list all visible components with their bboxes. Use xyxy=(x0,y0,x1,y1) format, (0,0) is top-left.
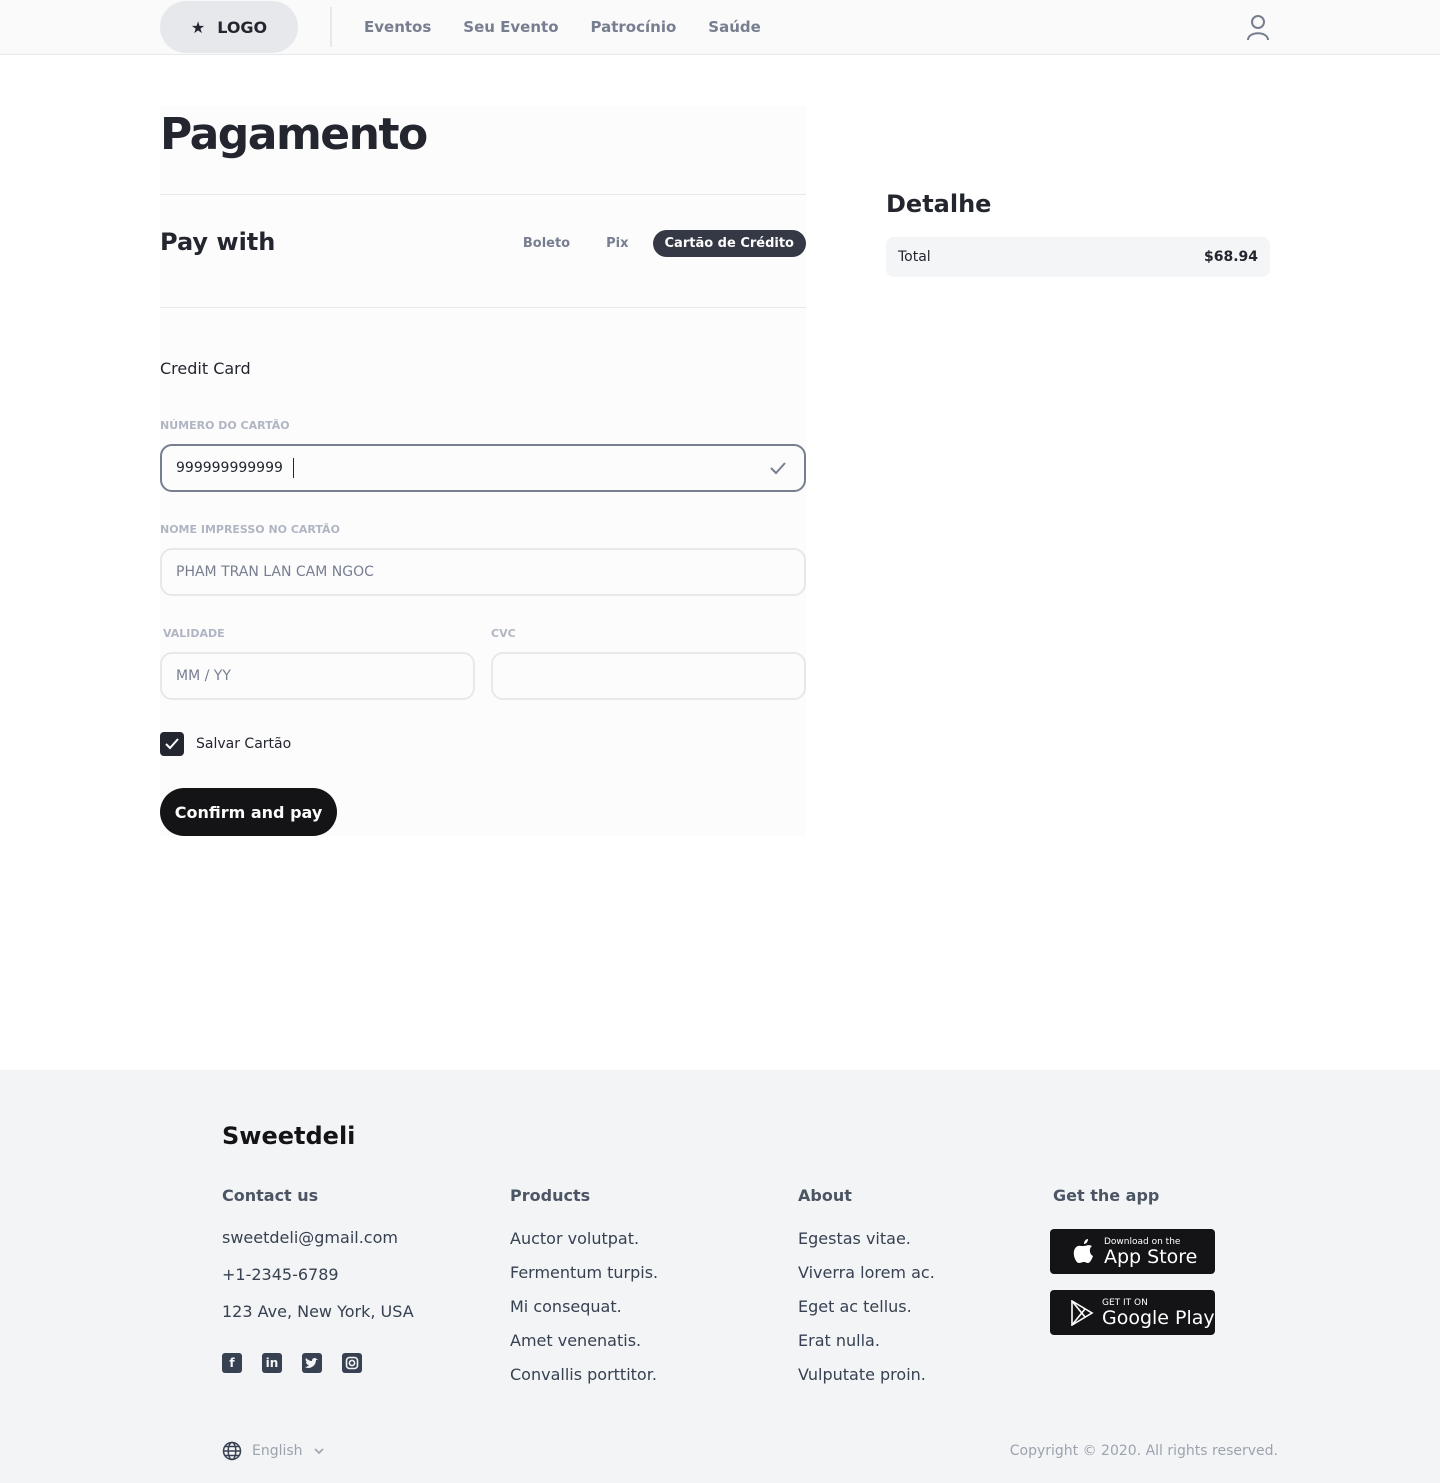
tab-pix[interactable]: Pix xyxy=(594,230,640,257)
payment-method-tabs: Boleto Pix Cartão de Crédito xyxy=(511,230,806,257)
cardholder-name-field[interactable]: PHAM TRAN LAN CAM NGOC xyxy=(160,548,806,596)
pay-with-heading: Pay with xyxy=(160,228,276,256)
cvc-field[interactable] xyxy=(491,652,806,700)
app-store-button[interactable]: Download on the App Store xyxy=(1050,1229,1215,1274)
nav-divider xyxy=(330,7,332,47)
google-play-button[interactable]: GET IT ON Google Play xyxy=(1050,1290,1215,1335)
chevron-down-icon xyxy=(313,1448,324,1455)
app-store-big-text: App Store xyxy=(1104,1245,1198,1268)
nav-item-eventos[interactable]: Eventos xyxy=(364,18,431,36)
logo-button[interactable]: ★ LOGO xyxy=(160,1,298,53)
checkbox-checked-icon xyxy=(160,732,184,756)
expiry-label: Validade xyxy=(163,627,225,640)
google-play-big-text: Google Play xyxy=(1102,1306,1215,1329)
contact-phone: +1-2345-6789 xyxy=(222,1265,339,1284)
contact-heading: Contact us xyxy=(222,1186,319,1205)
globe-icon xyxy=(222,1441,242,1461)
google-play-icon xyxy=(1071,1299,1094,1326)
nav-item-patrocinio[interactable]: Patrocínio xyxy=(591,18,677,36)
check-icon xyxy=(770,462,786,475)
footer: Sweetdeli Contact us sweetdeli@gmail.com… xyxy=(0,1070,1440,1483)
language-selector[interactable]: English xyxy=(222,1441,325,1461)
footer-brand: Sweetdeli xyxy=(222,1122,356,1150)
total-row: Total $68.94 xyxy=(886,237,1270,277)
divider xyxy=(160,307,806,308)
top-navbar: ★ LOGO Eventos Seu Evento Patrocínio Saú… xyxy=(0,0,1440,55)
apple-icon xyxy=(1073,1238,1093,1263)
products-heading: Products xyxy=(510,1186,591,1205)
products-link[interactable]: Auctor volutpat. xyxy=(510,1229,639,1248)
card-number-label: Número do cartão xyxy=(160,419,290,432)
total-value: $68.94 xyxy=(1203,249,1258,265)
linkedin-icon[interactable]: in xyxy=(262,1353,282,1373)
about-link[interactable]: Egestas vitae. xyxy=(798,1229,911,1248)
cvc-label: CVC xyxy=(491,627,516,640)
main-nav: Eventos Seu Evento Patrocínio Saúde xyxy=(364,0,761,54)
get-app-heading: Get the app xyxy=(1053,1186,1160,1205)
card-number-field[interactable]: 999999999999 xyxy=(160,444,806,492)
products-link[interactable]: Amet venenatis. xyxy=(510,1331,641,1350)
card-number-value: 999999999999 xyxy=(176,460,283,476)
tab-credit-card[interactable]: Cartão de Crédito xyxy=(652,230,806,257)
confirm-and-pay-button[interactable]: Confirm and pay xyxy=(160,788,337,836)
logo-label: LOGO xyxy=(217,17,268,37)
user-icon[interactable] xyxy=(1246,14,1270,40)
instagram-icon[interactable] xyxy=(342,1353,362,1373)
copyright: Copyright © 2020. All rights reserved. xyxy=(1009,1443,1278,1459)
save-card-checkbox[interactable]: Salvar Cartão xyxy=(160,732,291,756)
detail-heading: Detalhe xyxy=(886,190,992,218)
nav-item-saude[interactable]: Saúde xyxy=(708,18,761,36)
text-caret xyxy=(292,458,294,478)
credit-card-heading: Credit Card xyxy=(160,359,251,378)
cardholder-name-label: Nome impresso no cartão xyxy=(160,523,340,536)
nav-item-seu-evento[interactable]: Seu Evento xyxy=(463,18,558,36)
products-link[interactable]: Fermentum turpis. xyxy=(510,1263,658,1282)
app-store-small-text: Download on the xyxy=(1104,1236,1181,1247)
save-card-label: Salvar Cartão xyxy=(196,736,292,752)
page-title: Pagamento xyxy=(160,109,428,160)
cardholder-name-placeholder: PHAM TRAN LAN CAM NGOC xyxy=(176,564,374,580)
contact-email[interactable]: sweetdeli@gmail.com xyxy=(222,1228,398,1247)
products-link[interactable]: Mi consequat. xyxy=(510,1297,622,1316)
about-link[interactable]: Vulputate proin. xyxy=(798,1365,926,1384)
language-label: English xyxy=(252,1443,303,1459)
star-icon: ★ xyxy=(190,17,206,37)
about-link[interactable]: Viverra lorem ac. xyxy=(798,1263,935,1282)
expiry-placeholder: MM / YY xyxy=(176,668,231,684)
google-play-small-text: GET IT ON xyxy=(1102,1297,1148,1308)
payment-panel: Pagamento Pay with Boleto Pix Cartão de … xyxy=(160,106,806,836)
tab-boleto[interactable]: Boleto xyxy=(511,230,582,257)
contact-address: 123 Ave, New York, USA xyxy=(222,1302,414,1321)
twitter-icon[interactable] xyxy=(302,1353,322,1373)
facebook-icon[interactable]: f xyxy=(222,1353,242,1373)
expiry-field[interactable]: MM / YY xyxy=(160,652,475,700)
products-link[interactable]: Convallis porttitor. xyxy=(510,1365,657,1384)
total-label: Total xyxy=(898,249,931,265)
divider xyxy=(160,194,806,195)
about-heading: About xyxy=(798,1186,852,1205)
about-link[interactable]: Erat nulla. xyxy=(798,1331,880,1350)
about-link[interactable]: Eget ac tellus. xyxy=(798,1297,912,1316)
